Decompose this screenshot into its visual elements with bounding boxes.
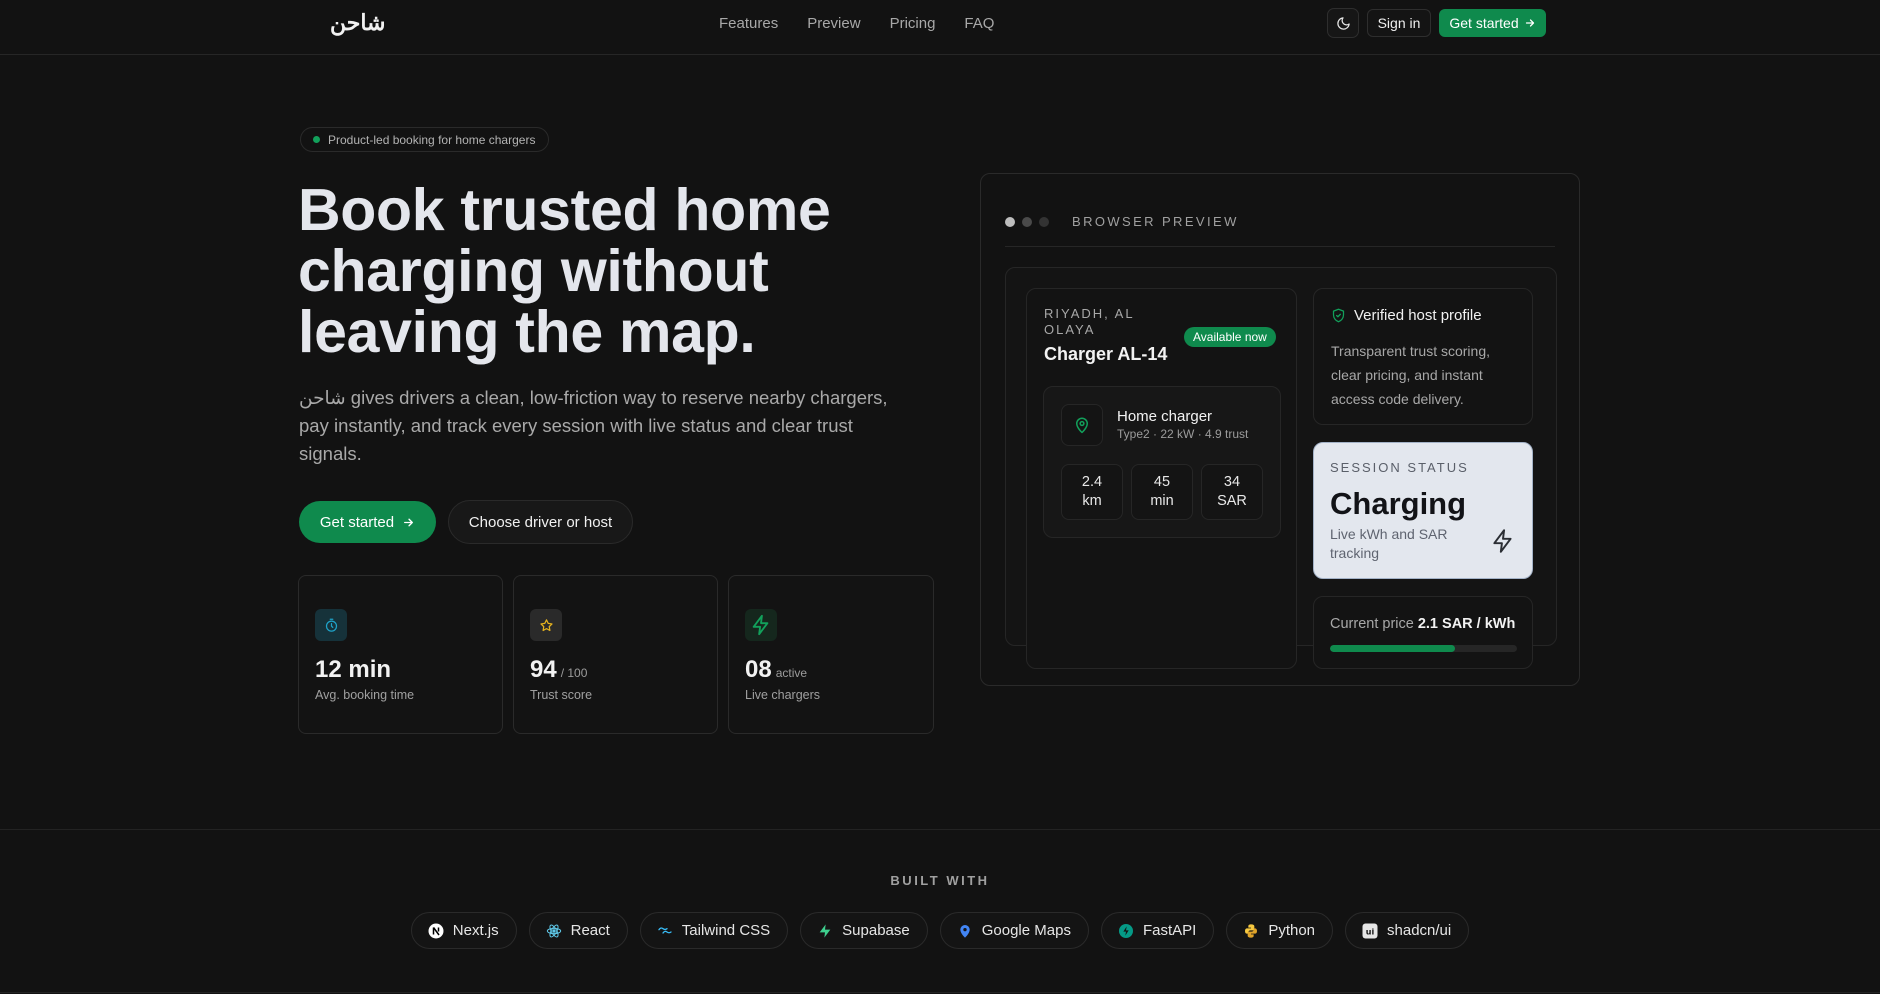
brand-logo[interactable]: شاحن xyxy=(330,10,385,36)
host-title: Verified host profile xyxy=(1354,307,1482,324)
map-pin-icon xyxy=(1061,404,1103,446)
tailwind-icon xyxy=(657,923,673,939)
timer-icon xyxy=(315,609,347,641)
window-dots xyxy=(1005,217,1049,227)
session-status-card: SESSION STATUS Charging Live kWh and SAR… xyxy=(1313,442,1533,579)
footer-divider xyxy=(0,992,1880,993)
preview-label: BROWSER PREVIEW xyxy=(1072,214,1239,229)
top-navbar: شاحن Features Preview Pricing FAQ Sign i… xyxy=(0,0,1880,55)
stat-label: Live chargers xyxy=(745,688,821,702)
theme-toggle-button[interactable] xyxy=(1327,8,1359,38)
host-description: Transparent trust scoring, clear pricing… xyxy=(1331,343,1490,407)
chip-react[interactable]: React xyxy=(528,912,628,949)
stat-value: 94/ 100 xyxy=(530,656,588,683)
header-get-started-label: Get started xyxy=(1449,15,1519,31)
window-dot-icon xyxy=(1039,217,1049,227)
charger-name: Charger AL-14 xyxy=(1044,344,1168,364)
built-with-label: BUILT WITH xyxy=(890,873,990,888)
price-label: Current price xyxy=(1330,616,1414,632)
supabase-icon xyxy=(817,923,833,939)
chip-label: Supabase xyxy=(842,922,910,939)
metric-duration: 45 min xyxy=(1131,464,1193,520)
python-icon xyxy=(1243,923,1259,939)
charger-card[interactable]: RIYADH, AL OLAYA Available now Charger A… xyxy=(1026,288,1297,669)
stat-value: 08 active xyxy=(745,656,808,683)
preview-divider xyxy=(1005,246,1555,247)
stat-label: Trust score xyxy=(530,688,593,702)
charger-specs: Type2 · 22 kW · 4.9 trust xyxy=(1117,427,1249,441)
nextjs-icon xyxy=(428,923,444,939)
arrow-right-icon xyxy=(404,518,414,526)
stat-value: 12 min xyxy=(315,656,392,683)
nav-link-faq[interactable]: FAQ xyxy=(964,15,994,32)
stat-unit: active xyxy=(775,666,808,680)
session-label: SESSION STATUS xyxy=(1330,460,1469,475)
charger-type: Home charger xyxy=(1117,408,1213,425)
chip-tailwind[interactable]: Tailwind CSS xyxy=(639,912,789,949)
stat-unit: / 100 xyxy=(560,666,588,680)
stat-label: Avg. booking time xyxy=(315,688,415,702)
choose-role-button[interactable]: Choose driver or host xyxy=(448,500,633,544)
chip-shadcn[interactable]: ui shadcn/ui xyxy=(1345,912,1470,949)
chip-label: Google Maps xyxy=(981,922,1071,939)
main-nav: Features Preview Pricing FAQ xyxy=(719,15,994,32)
session-description: Live kWh and SAR tracking xyxy=(1330,526,1448,561)
metric-distance: 2.4 km xyxy=(1061,464,1123,520)
shield-check-icon xyxy=(1332,308,1345,323)
hero-subtitle: شاحن gives drivers a clean, low-friction… xyxy=(299,387,888,464)
chip-google-maps[interactable]: Google Maps xyxy=(939,912,1089,949)
metric-price: 34 SAR xyxy=(1201,464,1263,520)
price-value: 2.1 SAR / kWh xyxy=(1417,616,1516,632)
price-progress-fill xyxy=(1330,645,1456,652)
chip-python[interactable]: Python xyxy=(1226,912,1334,949)
chip-nextjs[interactable]: Next.js xyxy=(410,912,517,949)
status-dot-icon xyxy=(313,136,320,143)
nav-link-preview[interactable]: Preview xyxy=(807,15,860,32)
chip-label: FastAPI xyxy=(1142,922,1197,939)
nav-link-features[interactable]: Features xyxy=(719,15,778,32)
price-progress-track xyxy=(1330,645,1517,652)
verified-host-card: Verified host profile Transparent trust … xyxy=(1313,288,1533,425)
current-price-card: Current price 2.1 SAR / kWh xyxy=(1313,596,1533,669)
tech-chip-list: Next.js React Tailwind CSS Supabase Goog… xyxy=(0,912,1880,949)
availability-badge: Available now xyxy=(1184,327,1276,347)
session-value: Charging xyxy=(1330,486,1467,521)
header-get-started-button[interactable]: Get started xyxy=(1439,9,1546,37)
built-with-section: BUILT WITH Next.js React Tailwind CSS Su… xyxy=(0,829,1880,994)
hero-eyebrow-badge: Product-led booking for home chargers xyxy=(300,127,550,152)
charger-details: Home charger Type2 · 22 kW · 4.9 trust 2… xyxy=(1043,386,1281,538)
stat-card-trust-score: 94/ 100 Trust score xyxy=(513,575,718,734)
google-maps-icon xyxy=(957,923,973,939)
chip-label: shadcn/ui xyxy=(1387,922,1452,939)
bolt-icon xyxy=(1493,529,1512,553)
chip-label: Python xyxy=(1268,922,1316,939)
star-icon xyxy=(530,609,562,641)
chip-supabase[interactable]: Supabase xyxy=(800,912,928,949)
stat-card-live-chargers: 08 active Live chargers xyxy=(728,575,934,734)
chip-fastapi[interactable]: FastAPI xyxy=(1100,912,1215,949)
eyebrow-text: Product-led booking for home chargers xyxy=(328,132,536,147)
charger-location: RIYADH, AL OLAYA xyxy=(1044,306,1135,337)
nav-link-pricing[interactable]: Pricing xyxy=(890,15,936,32)
react-icon xyxy=(546,923,562,939)
arrow-right-icon xyxy=(1525,19,1534,27)
fastapi-icon xyxy=(1118,923,1134,939)
price-row: Current price 2.1 SAR / kWh xyxy=(1330,616,1515,632)
shadcn-icon: ui xyxy=(1362,923,1378,939)
window-dot-icon xyxy=(1005,217,1015,227)
sign-in-button[interactable]: Sign in xyxy=(1367,9,1431,37)
chip-label: React xyxy=(570,922,610,939)
svg-text:ui: ui xyxy=(1366,927,1375,936)
chip-label: Next.js xyxy=(452,922,499,939)
moon-icon xyxy=(1336,16,1350,30)
hero-title: Book trusted home charging without leavi… xyxy=(298,177,831,365)
window-dot-icon xyxy=(1022,217,1032,227)
chip-label: Tailwind CSS xyxy=(681,922,771,939)
bolt-icon xyxy=(745,609,777,641)
stat-card-booking-time: 12 min Avg. booking time xyxy=(298,575,503,734)
hero-get-started-button[interactable]: Get started xyxy=(299,501,436,543)
hero-get-started-label: Get started xyxy=(319,513,395,531)
